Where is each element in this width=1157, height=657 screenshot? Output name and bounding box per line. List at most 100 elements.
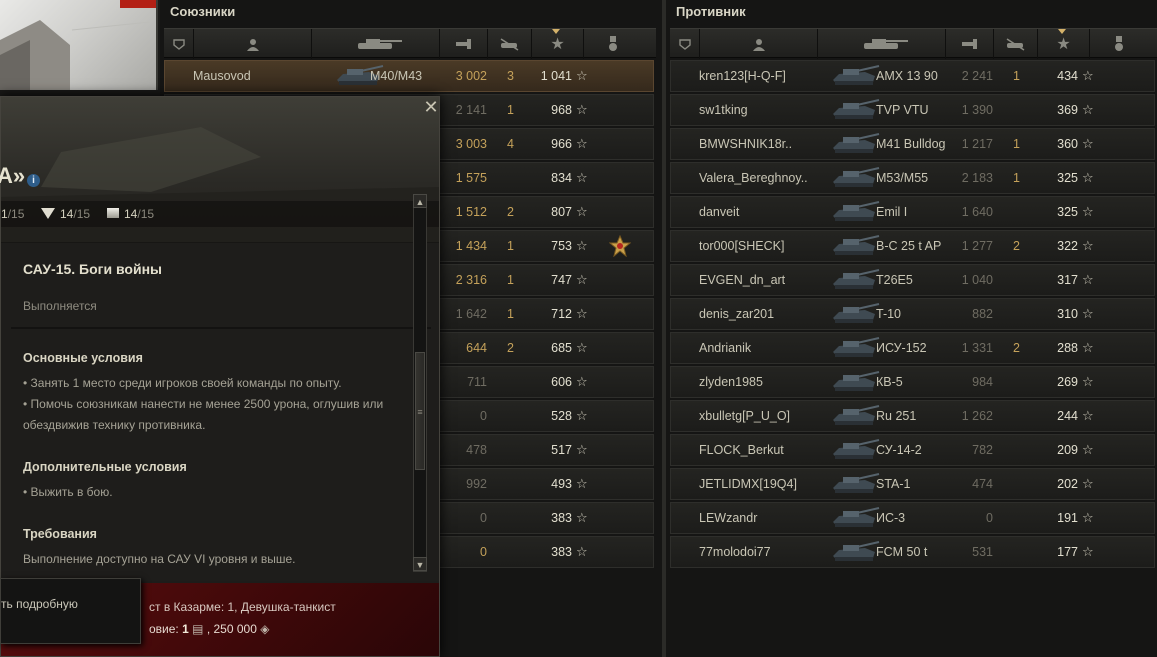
enemies-list: kren123[H-Q-F] AMX 13 90 2 241 1 434 ☆ sw1tkin… — [670, 60, 1155, 570]
experience-value: 747 — [551, 273, 572, 287]
star-icon: ☆ — [1082, 408, 1094, 423]
star-icon: ☆ — [576, 340, 588, 355]
experience-column-icon[interactable]: ★ — [532, 29, 584, 59]
enemies-panel: Противник ★ kren123[H-Q-F] AMX 13 90 2 2… — [666, 0, 1157, 657]
player-column-icon[interactable] — [700, 29, 818, 59]
table-row[interactable]: LEWzandr ИС-3 0 191 ☆ — [670, 502, 1155, 534]
allies-header: ★ — [164, 28, 656, 59]
damage-value: 3 002 — [455, 69, 487, 83]
kills-value: 1 — [507, 103, 514, 117]
star-icon: ☆ — [1082, 306, 1094, 321]
scroll-up-icon[interactable]: ▲ — [413, 194, 427, 208]
medal-column-icon[interactable] — [584, 29, 642, 59]
vehicle-column-icon[interactable] — [818, 29, 946, 59]
experience-value: 191 — [1057, 511, 1078, 525]
kills-value: 2 — [507, 341, 514, 355]
book-icon: ▤ — [192, 622, 204, 636]
damage-value: 1 434 — [455, 239, 487, 253]
damage-value: 644 — [466, 341, 487, 355]
table-row[interactable]: Valera_Bereghnoy.. M53/M55 2 183 1 325 ☆ — [670, 162, 1155, 194]
star-icon: ☆ — [576, 170, 588, 185]
squad-column-icon[interactable] — [670, 29, 700, 59]
experience-value: 493 — [551, 477, 572, 491]
damage-column-icon[interactable] — [946, 29, 994, 59]
table-row[interactable]: Mausovod M40/M43 3 002 3 1 041 ☆ — [164, 60, 654, 92]
enemies-title: Противник — [676, 4, 746, 19]
star-icon: ☆ — [576, 510, 588, 525]
requirements-text: Выполнение доступно на САУ VI уровня и в… — [23, 552, 296, 566]
player-column-icon[interactable] — [194, 29, 312, 59]
table-row[interactable]: zlyden1985 КВ-5 984 269 ☆ — [670, 366, 1155, 398]
award-reward-value: 1 — [182, 622, 189, 636]
vehicle-image — [821, 469, 880, 499]
scroll-thumb[interactable]: ≡ — [415, 352, 425, 470]
kills-column-icon[interactable] — [488, 29, 532, 59]
experience-value: 807 — [551, 205, 572, 219]
vehicle-column-icon[interactable] — [312, 29, 440, 59]
kills-value — [507, 469, 527, 499]
damage-value: 0 — [986, 511, 993, 525]
star-icon: ☆ — [576, 102, 588, 117]
star-icon: ☆ — [1082, 102, 1094, 117]
squad-column-icon[interactable] — [164, 29, 194, 59]
kills-value — [507, 503, 527, 533]
table-row[interactable]: kren123[H-Q-F] AMX 13 90 2 241 1 434 ☆ — [670, 60, 1155, 92]
damage-value: 3 003 — [455, 137, 487, 151]
star-icon: ☆ — [1082, 476, 1094, 491]
damage-value: 782 — [972, 443, 993, 457]
experience-value: 310 — [1057, 307, 1078, 321]
requirements-title: Требования — [23, 527, 97, 541]
tooltip: ть подробную — [0, 578, 141, 644]
experience-value: 434 — [1057, 69, 1078, 83]
table-row[interactable]: JETLIDMX[19Q4] STA-1 474 202 ☆ — [670, 468, 1155, 500]
kills-value — [1013, 503, 1033, 533]
damage-value: 474 — [972, 477, 993, 491]
damage-value: 882 — [972, 307, 993, 321]
table-row[interactable]: xbulletg[P_U_O] Ru 251 1 262 244 ☆ — [670, 400, 1155, 432]
vehicle-image — [821, 333, 880, 363]
kills-value — [1013, 197, 1033, 227]
experience-value: 325 — [1057, 171, 1078, 185]
medal-icon[interactable] — [608, 231, 635, 261]
star-icon: ☆ — [576, 238, 588, 253]
table-row[interactable]: 77molodoi77 FCM 50 t 531 177 ☆ — [670, 536, 1155, 568]
star-icon: ☆ — [576, 544, 588, 559]
tank-silhouette-icon — [833, 439, 880, 459]
kills-value: 2 — [1013, 341, 1020, 355]
building-icon — [0, 20, 151, 90]
experience-value: 288 — [1057, 341, 1078, 355]
table-row[interactable]: FLOCK_Berkut СУ-14-2 782 209 ☆ — [670, 434, 1155, 466]
scroll-down-icon[interactable]: ▼ — [413, 557, 427, 571]
star-icon: ☆ — [1082, 544, 1094, 559]
enemies-header: ★ — [670, 28, 1157, 59]
star-icon: ☆ — [1082, 204, 1094, 219]
table-row[interactable]: EVGEN_dn_art T26E5 1 040 317 ☆ — [670, 264, 1155, 296]
table-row[interactable]: tor000[SHECK] B-C 25 t AP 1 277 2 322 ☆ — [670, 230, 1155, 262]
kills-value — [507, 537, 527, 567]
tank-silhouette-icon — [833, 337, 880, 357]
experience-value: 834 — [551, 171, 572, 185]
medal-column-icon[interactable] — [1090, 29, 1148, 59]
kills-value: 1 — [507, 307, 514, 321]
kills-value — [1013, 401, 1033, 431]
table-row[interactable]: BMWSHNIK18r.. M41 Bulldog 1 217 1 360 ☆ — [670, 128, 1155, 160]
vehicle-image — [821, 61, 880, 91]
table-row[interactable]: denis_zar201 T-10 882 310 ☆ — [670, 298, 1155, 330]
damage-column-icon[interactable] — [440, 29, 488, 59]
star-icon: ☆ — [1082, 510, 1094, 525]
progress-item-1: 1/15 — [1, 207, 25, 221]
experience-value: 269 — [1057, 375, 1078, 389]
info-icon[interactable]: i — [27, 174, 40, 187]
damage-value: 478 — [466, 443, 487, 457]
close-icon[interactable]: ✕ — [423, 98, 439, 116]
star-icon: ☆ — [1082, 374, 1094, 389]
extra-conditions-title: Дополнительные условия — [23, 460, 187, 474]
experience-column-icon[interactable]: ★ — [1038, 29, 1090, 59]
table-row[interactable]: sw1tking TVP VTU 1 390 369 ☆ — [670, 94, 1155, 126]
kills-value: 1 — [1013, 171, 1020, 185]
experience-value: 606 — [551, 375, 572, 389]
table-row[interactable]: Andrianik ИСУ-152 1 331 2 288 ☆ — [670, 332, 1155, 364]
table-row[interactable]: danveit Emil I1 640 325 ☆ — [670, 196, 1155, 228]
kills-column-icon[interactable] — [994, 29, 1038, 59]
damage-value: 1 642 — [455, 307, 487, 321]
